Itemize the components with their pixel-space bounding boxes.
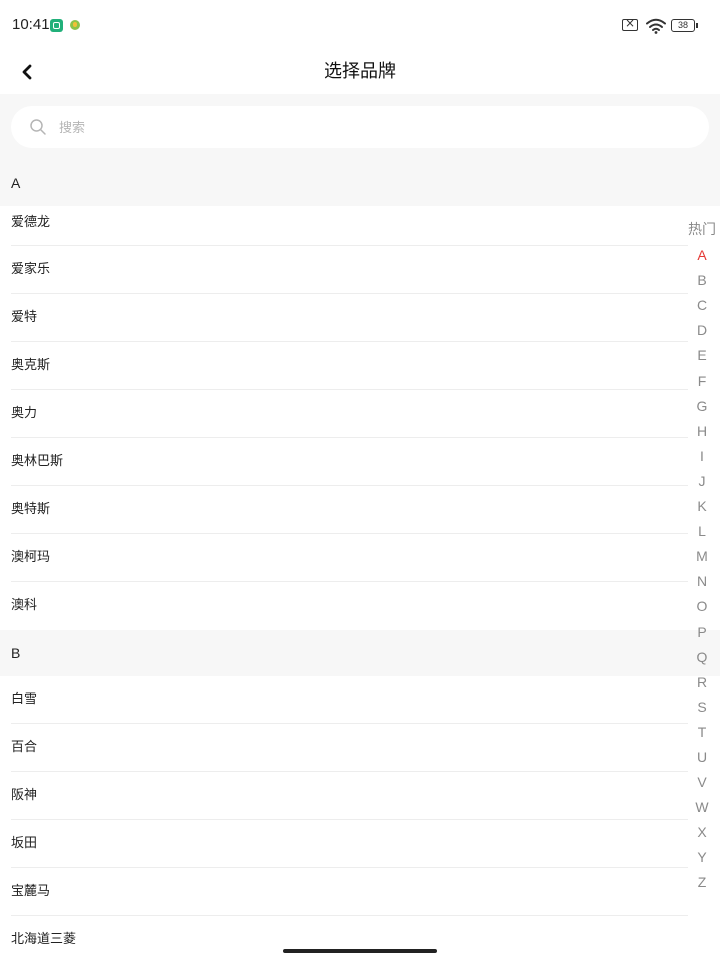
brand-item[interactable]: 奥克斯	[0, 342, 720, 390]
index-item-t[interactable]: T	[686, 720, 718, 745]
search-icon	[30, 119, 46, 135]
index-item-o[interactable]: O	[686, 594, 718, 619]
index-item-y[interactable]: Y	[686, 845, 718, 870]
brand-item[interactable]: 奥特斯	[0, 486, 720, 534]
index-item-k[interactable]: K	[686, 494, 718, 519]
sim-off-icon	[622, 16, 638, 31]
search-area	[0, 94, 720, 160]
index-item-s[interactable]: S	[686, 695, 718, 720]
brand-item[interactable]: 爱特	[0, 294, 720, 342]
index-item-j[interactable]: J	[686, 469, 718, 494]
brand-item[interactable]: 北海道三菱	[0, 916, 720, 944]
brand-item[interactable]: 宝麓马	[0, 868, 720, 916]
index-item-v[interactable]: V	[686, 770, 718, 795]
index-item-z[interactable]: Z	[686, 870, 718, 895]
brand-item[interactable]: 奥力	[0, 390, 720, 438]
index-item-f[interactable]: F	[686, 369, 718, 394]
index-item-q[interactable]: Q	[686, 645, 718, 670]
index-item-w[interactable]: W	[686, 795, 718, 820]
index-item-r[interactable]: R	[686, 670, 718, 695]
index-item-l[interactable]: L	[686, 519, 718, 544]
app-badge-icon	[70, 20, 80, 30]
index-item-x[interactable]: X	[686, 820, 718, 845]
search-box[interactable]	[11, 106, 709, 150]
status-bar: 10:41 38	[0, 0, 720, 52]
page-title: 选择品牌	[324, 61, 396, 82]
index-item-a[interactable]: A	[686, 243, 718, 268]
index-item-b[interactable]: B	[686, 268, 718, 293]
index-item-u[interactable]: U	[686, 745, 718, 770]
brand-item[interactable]: 坂田	[0, 820, 720, 868]
search-input[interactable]	[57, 106, 661, 150]
index-item-n[interactable]: N	[686, 569, 718, 594]
index-item-m[interactable]: M	[686, 544, 718, 569]
battery-icon: 38	[671, 19, 698, 32]
index-item-i[interactable]: I	[686, 444, 718, 469]
brand-item[interactable]: 白雪	[0, 676, 720, 724]
index-item-e[interactable]: E	[686, 343, 718, 368]
brand-item[interactable]: 爱德龙	[0, 206, 720, 246]
brand-item[interactable]: 澳柯玛	[0, 534, 720, 582]
index-item-c[interactable]: C	[686, 293, 718, 318]
brand-item[interactable]: 阪神	[0, 772, 720, 820]
status-time: 10:41	[12, 16, 50, 33]
index-item-hot[interactable]: 热门	[686, 218, 718, 243]
brand-item[interactable]: 澳科	[0, 582, 720, 630]
home-indicator[interactable]	[283, 949, 437, 953]
nav-bar: 选择品牌	[0, 52, 720, 94]
brand-list: A 爱德龙 爱家乐 爱特 奥克斯 奥力 奥林巴斯 奥特斯 澳柯玛 澳科 B 白雪…	[0, 160, 720, 944]
index-item-g[interactable]: G	[686, 394, 718, 419]
app-shield-icon	[50, 19, 63, 32]
wifi-icon	[646, 18, 666, 34]
section-header-a: A	[0, 160, 720, 206]
brand-item[interactable]: 爱家乐	[0, 246, 720, 294]
index-item-p[interactable]: P	[686, 620, 718, 645]
brand-item[interactable]: 百合	[0, 724, 720, 772]
index-item-h[interactable]: H	[686, 419, 718, 444]
index-item-d[interactable]: D	[686, 318, 718, 343]
brand-item[interactable]: 奥林巴斯	[0, 438, 720, 486]
alphabet-index-bar[interactable]: 热门 A B C D E F G H I J K L M N O P Q R S…	[686, 218, 718, 896]
section-header-b: B	[0, 630, 720, 676]
